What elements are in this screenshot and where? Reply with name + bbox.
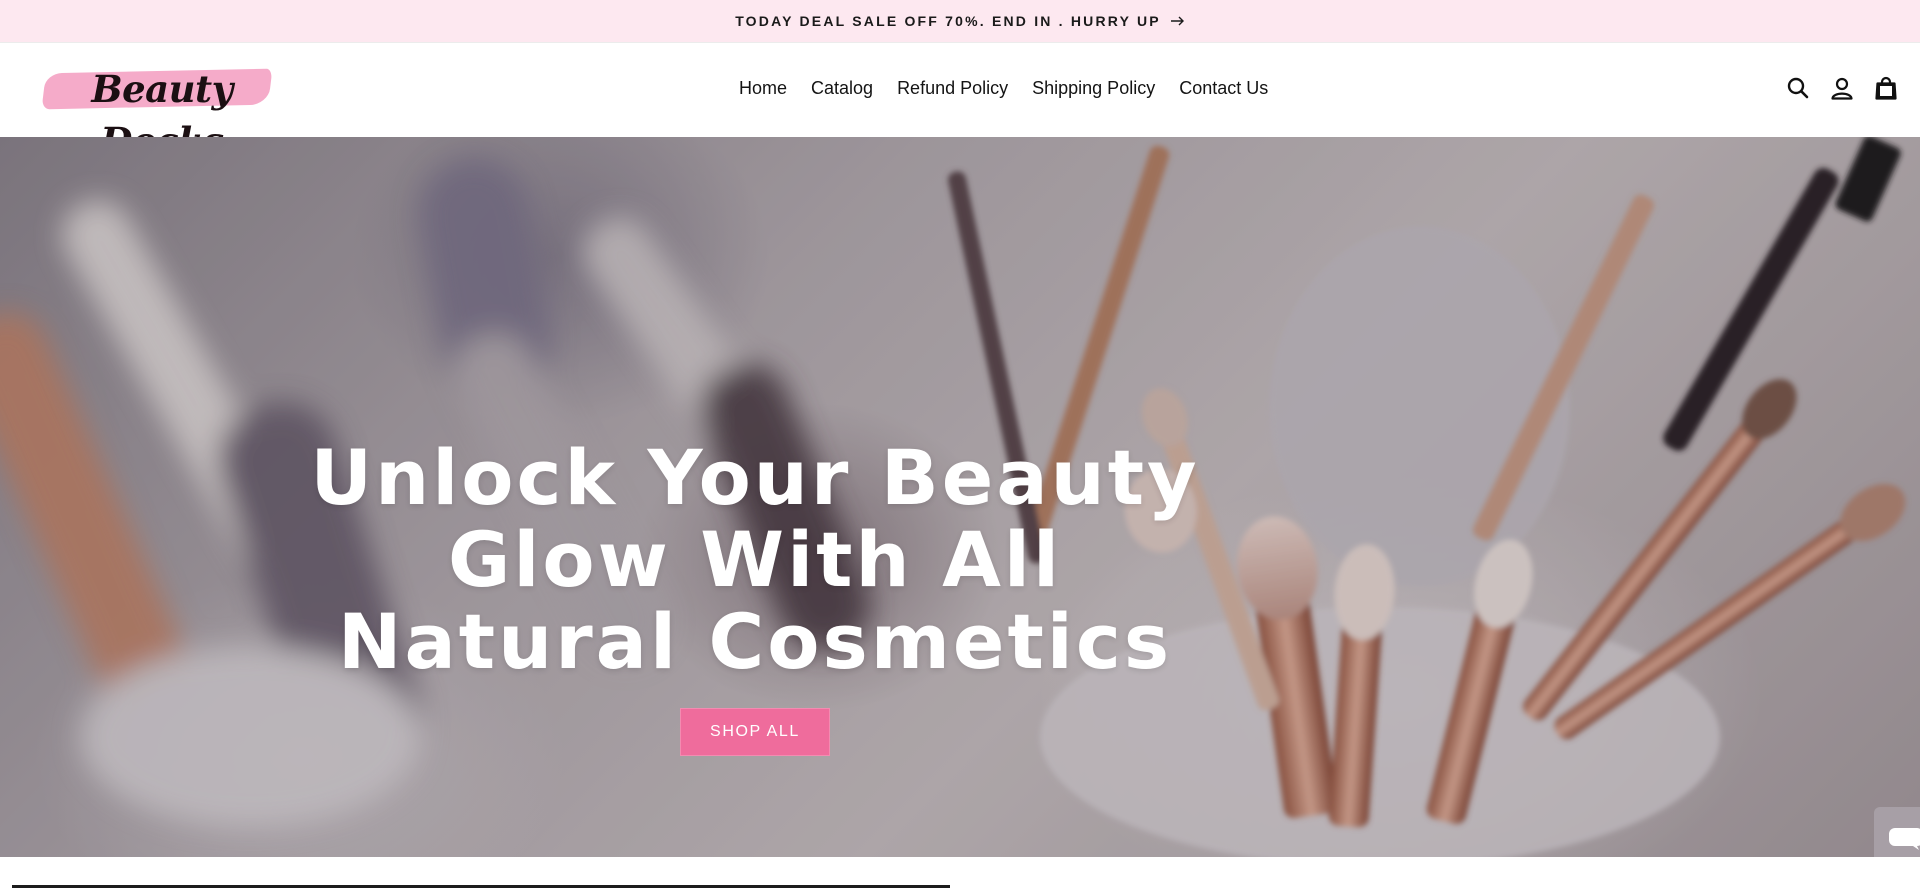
announcement-text: TODAY DEAL SALE OFF 70%. END IN . HURRY … <box>735 13 1161 29</box>
cart-icon <box>1875 76 1897 100</box>
main-nav: Home Catalog Refund Policy Shipping Poli… <box>727 75 1280 101</box>
shop-all-button[interactable]: SHOP ALL <box>680 708 830 756</box>
hero-content: Unlock Your Beauty Glow With All Natural… <box>300 437 1210 756</box>
nav-refund-policy[interactable]: Refund Policy <box>885 75 1020 101</box>
nav-shipping-policy[interactable]: Shipping Policy <box>1020 75 1167 101</box>
header-icons <box>1776 73 1920 103</box>
nav-contact-us[interactable]: Contact Us <box>1167 75 1280 101</box>
nav-catalog[interactable]: Catalog <box>799 75 885 101</box>
arrow-right-icon <box>1170 16 1184 26</box>
cart-button[interactable] <box>1864 73 1908 103</box>
nav-home[interactable]: Home <box>727 75 799 101</box>
hero-banner: Unlock Your Beauty Glow With All Natural… <box>0 137 1920 857</box>
search-icon <box>1787 77 1809 99</box>
announcement-bar[interactable]: TODAY DEAL SALE OFF 70%. END IN . HURRY … <box>0 0 1920 43</box>
next-section <box>0 857 1920 888</box>
hero-title: Unlock Your Beauty Glow With All Natural… <box>310 433 1200 686</box>
logo[interactable]: Beauty Docks <box>40 61 273 163</box>
account-button[interactable] <box>1820 73 1864 103</box>
logo-text: Beauty Docks <box>91 67 233 163</box>
site-header: Beauty Docks Home Catalog Refund Policy … <box>0 43 1920 163</box>
account-icon <box>1831 77 1853 100</box>
chat-icon <box>1889 828 1920 850</box>
search-button[interactable] <box>1776 73 1820 103</box>
